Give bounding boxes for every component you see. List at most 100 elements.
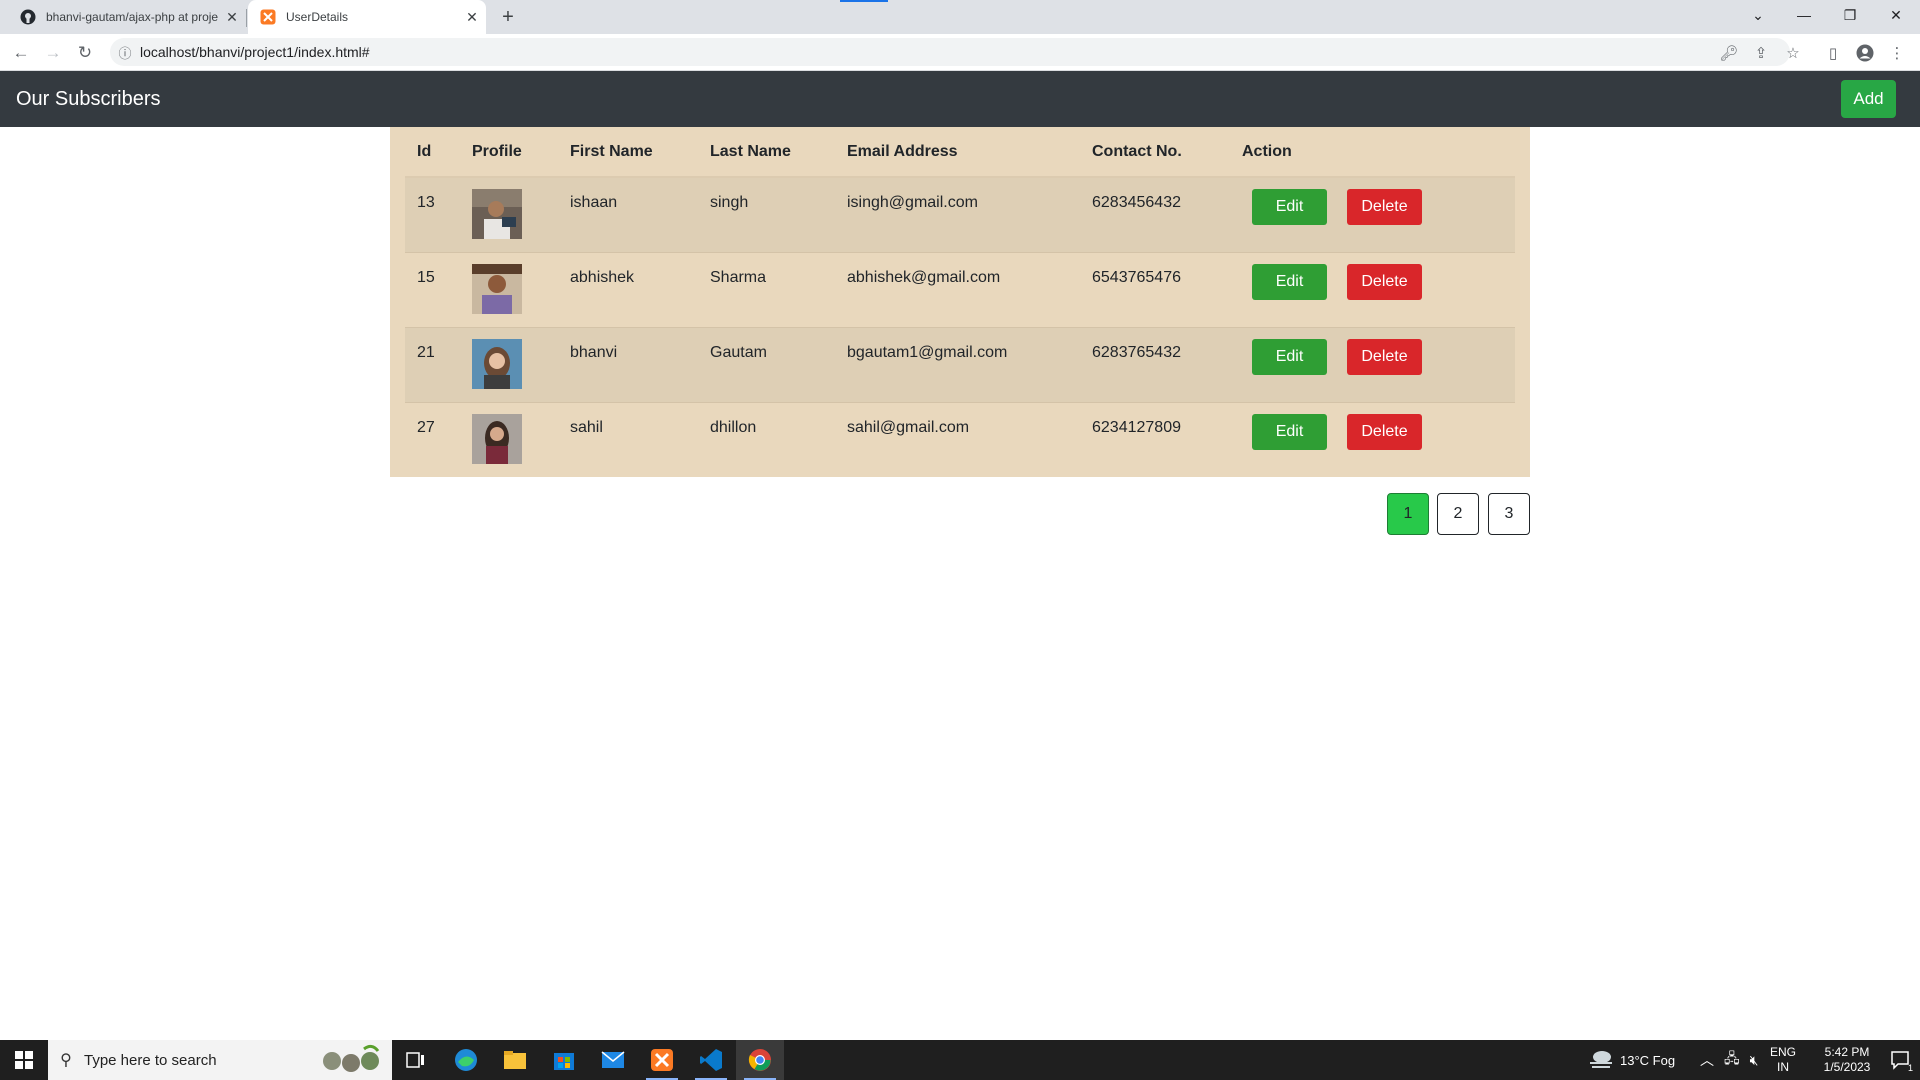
language-indicator[interactable]: ENG IN — [1770, 1040, 1796, 1080]
cell-first-name: bhanvi — [558, 326, 698, 402]
profile-icon[interactable] — [1852, 40, 1878, 66]
weather-widget[interactable]: 13°C Fog — [1588, 1040, 1675, 1080]
cell-first-name: abhishek — [558, 251, 698, 327]
page-button-3[interactable]: 3 — [1488, 493, 1530, 535]
delete-button[interactable]: Delete — [1347, 338, 1422, 375]
browser-tab-github[interactable]: bhanvi-gautam/ajax-php at proje ✕ — [8, 0, 246, 34]
cell-last-name: Sharma — [698, 251, 835, 327]
xampp-taskbar-icon[interactable] — [638, 1040, 686, 1080]
cell-action: Edit Delete — [1230, 251, 1515, 327]
tab-title: bhanvi-gautam/ajax-php at proje — [46, 10, 219, 24]
page-button-2[interactable]: 2 — [1437, 493, 1479, 535]
forward-icon[interactable]: → — [40, 40, 66, 66]
menu-kebab-icon[interactable]: ⋮ — [1884, 40, 1910, 66]
language-code: ENG — [1770, 1045, 1797, 1059]
windows-start-icon[interactable] — [0, 1040, 48, 1080]
volume-muted-icon[interactable]: 🔇︎ — [1750, 1052, 1759, 1069]
loading-indicator — [840, 0, 888, 2]
cell-last-name: dhillon — [698, 401, 835, 477]
cell-email: bgautam1@gmail.com — [835, 326, 1080, 402]
search-icon: ⚲ — [60, 1052, 72, 1069]
column-header-first-name: First Name — [558, 127, 698, 178]
edit-button[interactable]: Edit — [1252, 413, 1327, 450]
microsoft-store-icon[interactable] — [540, 1040, 588, 1080]
cell-email: isingh@gmail.com — [835, 176, 1080, 252]
browser-toolbar: ← → ↻ ⓘ localhost/bhanvi/project1/index.… — [0, 34, 1920, 71]
page-button-1[interactable]: 1 — [1387, 493, 1429, 535]
cell-id: 15 — [405, 251, 460, 327]
subscribers-panel: Id Profile First Name Last Name Email Ad… — [390, 127, 1530, 477]
reload-icon[interactable]: ↻ — [72, 40, 98, 66]
cell-action: Edit Delete — [1230, 326, 1515, 402]
taskbar-search-placeholder: Type here to search — [84, 1051, 217, 1069]
top-navbar: Our Subscribers Add — [0, 71, 1920, 127]
cell-first-name: sahil — [558, 401, 698, 477]
cell-contact: 6283765432 — [1080, 326, 1230, 402]
page-title: Our Subscribers — [16, 88, 161, 110]
table-header-row: Id Profile First Name Last Name Email Ad… — [405, 127, 1515, 178]
table-row: 21 bhanvi Gautam bgautam1@gmail.com 6283… — [405, 326, 1515, 402]
edit-button[interactable]: Edit — [1252, 338, 1327, 375]
close-tab-icon[interactable]: ✕ — [464, 9, 480, 25]
site-info-icon[interactable]: ⓘ — [110, 43, 140, 62]
weather-text: 13°C Fog — [1620, 1052, 1676, 1068]
address-bar[interactable]: ⓘ localhost/bhanvi/project1/index.html# — [110, 38, 1790, 66]
show-hidden-icons-icon[interactable]: ︿ — [1700, 1050, 1714, 1070]
cell-contact: 6543765476 — [1080, 251, 1230, 327]
cell-email: abhishek@gmail.com — [835, 251, 1080, 327]
avatar — [472, 413, 522, 464]
table-row: 15 abhishek Sharma abhishek@gmail.com 65… — [405, 251, 1515, 327]
close-tab-icon[interactable]: ✕ — [224, 9, 240, 25]
delete-button[interactable]: Delete — [1347, 413, 1422, 450]
side-panel-icon[interactable]: ▯ — [1820, 40, 1846, 66]
bookmark-star-icon[interactable]: ☆ — [1780, 40, 1806, 66]
share-icon[interactable]: ⇪ — [1748, 40, 1774, 66]
notification-center-icon[interactable]: 1 — [1880, 1040, 1920, 1080]
add-button[interactable]: Add — [1841, 80, 1896, 118]
delete-button[interactable]: Delete — [1347, 263, 1422, 300]
cell-id: 13 — [405, 176, 460, 252]
new-tab-icon[interactable]: + — [496, 5, 520, 29]
close-window-icon[interactable]: ✕ — [1873, 0, 1919, 30]
edit-button[interactable]: Edit — [1252, 263, 1327, 300]
network-icon[interactable]: 🖧︎ — [1724, 1048, 1740, 1072]
clock-date: 1/5/2023 — [1823, 1060, 1871, 1074]
column-header-contact: Contact No. — [1080, 127, 1230, 178]
cell-profile — [460, 326, 558, 402]
vscode-icon[interactable] — [687, 1040, 735, 1080]
cell-profile — [460, 401, 558, 477]
avatar — [472, 189, 522, 239]
back-icon[interactable]: ← — [8, 40, 34, 66]
cell-id: 21 — [405, 326, 460, 402]
column-header-id: Id — [405, 127, 460, 178]
taskbar-search-box[interactable]: ⚲ Type here to search — [48, 1040, 392, 1080]
cell-id: 27 — [405, 401, 460, 477]
task-view-icon[interactable] — [392, 1040, 440, 1080]
github-icon — [20, 9, 36, 25]
browser-tabstrip: bhanvi-gautam/ajax-php at proje ✕ UserDe… — [0, 0, 1920, 34]
tab-search-icon[interactable]: ⌄ — [1735, 0, 1781, 30]
cell-profile — [460, 176, 558, 252]
url-text: localhost/bhanvi/project1/index.html# — [140, 44, 370, 60]
tab-divider — [246, 9, 247, 27]
restore-icon[interactable]: ❐ — [1827, 0, 1873, 30]
browser-tab-userdetails[interactable]: UserDetails ✕ — [248, 0, 486, 34]
fog-icon — [1588, 1049, 1614, 1072]
cell-last-name: Gautam — [698, 326, 835, 402]
mail-icon[interactable] — [589, 1040, 637, 1080]
edge-icon[interactable] — [442, 1040, 490, 1080]
table-row: 27 sahil dhillon sahil@gmail.com 6234127… — [405, 401, 1515, 477]
avatar — [472, 338, 522, 389]
table-row: 13 ishaan singh isingh@gmail.com 6283456… — [405, 176, 1515, 252]
file-explorer-icon[interactable] — [491, 1040, 539, 1080]
cell-contact: 6234127809 — [1080, 401, 1230, 477]
cell-action: Edit Delete — [1230, 401, 1515, 477]
delete-button[interactable]: Delete — [1347, 189, 1422, 225]
minimize-icon[interactable]: — — [1781, 0, 1827, 30]
subscribers-table: Id Profile First Name Last Name Email Ad… — [405, 127, 1515, 477]
edit-button[interactable]: Edit — [1252, 189, 1327, 225]
password-key-icon[interactable]: 🔑︎ — [1716, 40, 1742, 66]
notification-count: 1 — [1907, 1063, 1913, 1073]
clock[interactable]: 5:42 PM 1/5/2023 — [1812, 1040, 1882, 1080]
chrome-icon[interactable] — [736, 1040, 784, 1080]
